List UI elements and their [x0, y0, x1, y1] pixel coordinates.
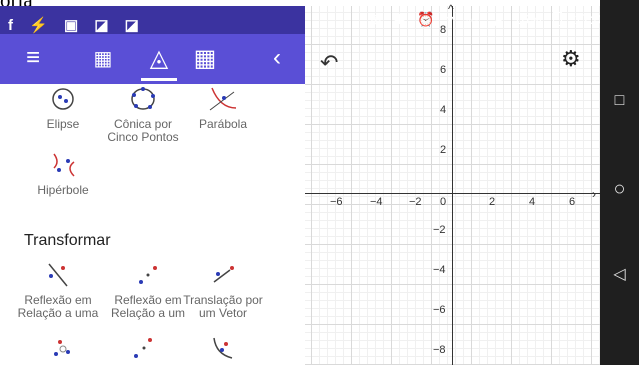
- section-title: Transformar: [24, 232, 111, 249]
- tools-panel: Elipse Cônica por Cinco Pontos Parábola …: [0, 84, 305, 365]
- tool-translate-vector[interactable]: Translação por um Vetor: [178, 262, 268, 320]
- tool-dilate[interactable]: [98, 336, 188, 368]
- tool-label: Elipse: [46, 117, 80, 131]
- tool-conic-five-points[interactable]: Cônica por Cinco Pontos: [98, 86, 188, 144]
- recent-apps-icon[interactable]: □: [600, 92, 639, 110]
- x-tick: 6: [569, 196, 576, 208]
- x-tick: −2: [409, 196, 422, 208]
- android-navbar: □ ○ ◁: [600, 0, 639, 365]
- data-saver-icon: ⊕: [370, 11, 382, 27]
- rotate-icon: [54, 340, 70, 356]
- wifi-icon: ▾: [446, 11, 454, 27]
- active-tab-indicator: [141, 78, 177, 81]
- invert-icon: [213, 337, 233, 359]
- y-tick: −4: [433, 264, 446, 276]
- tool-ellipse[interactable]: Elipse: [18, 86, 108, 131]
- calculator-icon[interactable]: ▦: [88, 46, 118, 71]
- settings-gear-icon[interactable]: ⚙: [561, 46, 581, 72]
- network-icon: 4G: [465, 16, 479, 27]
- tool-label: Cônica por Cinco Pontos: [107, 117, 179, 144]
- bluetooth-icon: ✱: [393, 11, 406, 27]
- signal-icon: ◢: [490, 11, 502, 27]
- x-tick: 4: [529, 196, 536, 208]
- home-icon[interactable]: ○: [600, 178, 639, 201]
- y-tick: 4: [440, 104, 447, 116]
- x-tick: −6: [330, 196, 343, 208]
- translate-vector-icon: [213, 266, 234, 283]
- battery-percent: 16%: [513, 11, 542, 27]
- battery-icon: [553, 12, 563, 26]
- notification-icons: f ⚡ ▣ ◪ ◪: [8, 17, 145, 34]
- reflect-point-icon: [139, 266, 157, 284]
- tool-label: Hipérbole: [37, 183, 89, 197]
- tool-parabola[interactable]: Parábola: [178, 86, 268, 131]
- x-axis-arrow-icon: ›: [592, 187, 596, 201]
- y-tick: 8: [440, 24, 447, 36]
- x-tick: 0: [440, 196, 447, 208]
- undo-icon[interactable]: ↶: [320, 50, 338, 76]
- y-tick: −6: [433, 304, 446, 316]
- x-tick: −4: [370, 196, 383, 208]
- y-tick: −8: [433, 344, 446, 356]
- conic-icon: [131, 87, 155, 110]
- table-icon[interactable]: ▦: [190, 44, 220, 73]
- y-axis: [452, 6, 453, 365]
- tool-invert[interactable]: [178, 336, 268, 368]
- parabola-icon: [209, 87, 237, 111]
- tool-rotate[interactable]: [18, 336, 108, 368]
- y-tick: 2: [440, 144, 447, 156]
- tool-label: Parábola: [198, 117, 248, 131]
- tool-label: Reflexão em Relação a uma: [17, 293, 99, 320]
- collapse-panel-icon[interactable]: ‹: [262, 44, 292, 72]
- x-axis: [305, 193, 601, 194]
- menu-icon[interactable]: ≡: [18, 44, 48, 72]
- tool-reflect-line[interactable]: Reflexão em Relação a uma: [8, 262, 108, 320]
- tool-label: Translação por um Vetor: [183, 293, 263, 320]
- y-tick: −2: [433, 224, 446, 236]
- alarm-icon: ⏰: [417, 11, 435, 27]
- toolbar: ≡ ▦ ◬ ▦ ‹: [0, 34, 305, 84]
- tool-label: Reflexão em Relação a um: [110, 293, 186, 320]
- back-icon[interactable]: ◁: [600, 264, 639, 284]
- reflect-line-icon: [48, 263, 68, 287]
- y-tick: 6: [440, 64, 447, 76]
- status-bar-left: f ⚡ ▣ ◪ ◪: [0, 6, 305, 34]
- tools-icon[interactable]: ◬: [144, 44, 174, 73]
- hyperbola-icon: [53, 153, 75, 177]
- dilate-icon: [134, 338, 152, 358]
- status-right-icons: ⊕ ✱ ⏰ ▾ 4G ◢ 16% 17:00: [370, 11, 617, 28]
- ellipse-icon: [52, 88, 74, 110]
- x-tick: 2: [489, 196, 496, 208]
- tool-hyperbola[interactable]: Hipérbole: [18, 152, 108, 197]
